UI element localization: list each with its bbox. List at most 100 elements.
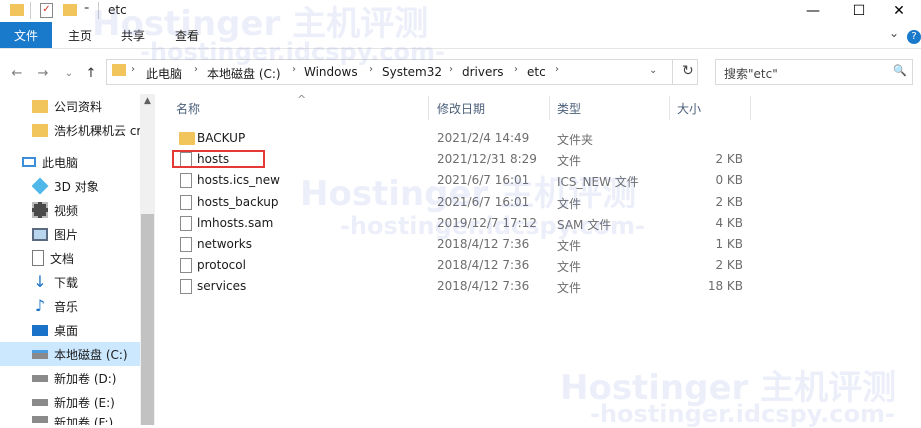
address-history-icon[interactable]: ⌄	[649, 65, 657, 76]
nav-item-label: 音乐	[54, 299, 79, 314]
nav-item-label: 新加卷 (D:)	[54, 371, 117, 386]
file-name: hosts_backup	[197, 195, 279, 209]
ribbon-expand-icon[interactable]: ⌄	[889, 26, 899, 40]
nav-item-drive-d[interactable]: 新加卷 (D:)	[32, 366, 172, 390]
drive-icon	[32, 416, 48, 423]
file-size: 2 KB	[715, 152, 743, 166]
properties-icon[interactable]: ✓	[40, 3, 53, 18]
back-icon[interactable]: ←	[6, 62, 28, 84]
column-header-type[interactable]: 类型	[557, 100, 581, 117]
folder-icon	[179, 132, 195, 145]
file-row[interactable]: hosts.ics_new 2021/6/7 16:01 ICS_NEW 文件 0 K…	[170, 170, 750, 190]
nav-item-drive-e[interactable]: 新加卷 (E:)	[32, 390, 172, 414]
divider	[98, 2, 99, 19]
window-title: etc	[108, 3, 127, 17]
column-header-size[interactable]: 大小	[677, 100, 701, 117]
breadcrumb-separator-icon[interactable]: ›	[555, 64, 559, 75]
breadcrumb-item[interactable]: 此电脑	[146, 65, 182, 82]
up-icon[interactable]: ↑	[80, 62, 102, 84]
file-row[interactable]: services 2018/4/12 7:36 文件 18 KB	[170, 276, 750, 296]
help-icon[interactable]: ?	[907, 30, 921, 44]
drive-icon	[32, 398, 48, 406]
recent-locations-icon[interactable]: ⌄	[58, 62, 80, 84]
nav-item-music[interactable]: ♪ 音乐	[32, 294, 172, 318]
nav-item-label: 此电脑	[42, 155, 79, 170]
breadcrumb-item[interactable]: 本地磁盘 (C:)	[207, 65, 281, 82]
tab-home[interactable]: 主页	[68, 22, 92, 48]
column-divider[interactable]	[750, 96, 751, 120]
tab-file[interactable]: 文件	[0, 22, 52, 48]
new-folder-icon[interactable]	[63, 4, 77, 16]
folder-icon	[32, 99, 48, 113]
nav-item-company-docs[interactable]: 公司资料	[32, 94, 172, 118]
file-date: 2021/12/31 8:29	[437, 152, 537, 166]
tab-view[interactable]: 查看	[175, 22, 199, 48]
nav-item-3d-objects[interactable]: 3D 对象	[32, 174, 172, 198]
breadcrumb-separator-icon[interactable]: ›	[514, 64, 518, 75]
nav-item-documents[interactable]: 文档	[32, 246, 172, 270]
breadcrumb-separator-icon[interactable]: ›	[449, 64, 453, 75]
search-icon[interactable]: 🔍	[893, 64, 907, 77]
nav-item-label: 文档	[50, 251, 75, 266]
close-button[interactable]: ✕	[876, 0, 921, 22]
breadcrumb-separator-icon[interactable]: ›	[369, 64, 373, 75]
nav-item-this-pc[interactable]: 此电脑	[22, 150, 162, 174]
file-icon	[180, 173, 192, 188]
file-type: 文件夹	[557, 133, 594, 147]
computer-icon	[22, 157, 36, 167]
minimize-button[interactable]: —	[790, 0, 836, 22]
nav-item-drive-f[interactable]: 新加卷 (F:)	[32, 414, 172, 425]
file-icon	[180, 279, 192, 294]
video-icon	[32, 202, 48, 218]
file-size: 18 KB	[707, 279, 743, 293]
nav-item-label: 本地磁盘 (C:)	[54, 347, 128, 362]
refresh-icon[interactable]: ↻	[682, 63, 694, 79]
breadcrumb-separator-icon[interactable]: ›	[131, 64, 135, 75]
nav-item-drive-c[interactable]: 本地磁盘 (C:)	[32, 342, 140, 366]
column-divider[interactable]	[549, 96, 550, 120]
file-name: BACKUP	[197, 131, 246, 145]
file-row[interactable]: BACKUP 2021/2/4 14:49 文件夹	[170, 128, 750, 148]
nav-item-folder[interactable]: 浩杉机稞机云 cr	[32, 118, 140, 142]
nav-item-pictures[interactable]: 图片	[32, 222, 172, 246]
nav-item-label: 图片	[54, 227, 79, 242]
nav-item-label: 下载	[54, 275, 79, 290]
tab-share[interactable]: 共享	[121, 22, 145, 48]
breadcrumb-item[interactable]: System32	[382, 65, 442, 79]
file-row[interactable]: hosts_backup 2021/6/7 16:01 文件 2 KB	[170, 192, 750, 212]
file-row[interactable]: lmhosts.sam 2019/12/7 17:12 SAM 文件 4 KB	[170, 213, 750, 233]
file-size: 2 KB	[715, 195, 743, 209]
file-date: 2021/6/7 16:01	[437, 173, 530, 187]
file-name: services	[197, 279, 247, 293]
forward-icon[interactable]: →	[32, 62, 54, 84]
drive-icon	[32, 349, 48, 359]
file-type: SAM 文件	[557, 218, 612, 232]
column-divider[interactable]	[669, 96, 670, 120]
column-header-name[interactable]: 名称	[176, 100, 200, 117]
file-size: 2 KB	[715, 258, 743, 272]
column-divider[interactable]	[428, 96, 429, 120]
nav-item-label: 视频	[54, 203, 79, 218]
download-icon: ↓	[33, 272, 47, 291]
nav-item-downloads[interactable]: ↓ 下载	[32, 270, 172, 294]
nav-item-videos[interactable]: 视频	[32, 198, 172, 222]
file-row[interactable]: protocol 2018/4/12 7:36 文件 2 KB	[170, 255, 750, 275]
breadcrumb-item[interactable]: Windows	[304, 65, 358, 79]
customize-qa-icon[interactable]: ₌	[84, 2, 89, 13]
file-row[interactable]: networks 2018/4/12 7:36 文件 1 KB	[170, 234, 750, 254]
breadcrumb-separator-icon[interactable]: ›	[292, 64, 296, 75]
desktop-icon	[32, 324, 48, 336]
column-header-date[interactable]: 修改日期	[437, 100, 485, 117]
folder-icon	[32, 123, 48, 137]
folder-icon	[112, 64, 126, 76]
file-type: 文件	[557, 260, 582, 274]
file-type: ICS_NEW 文件	[557, 175, 639, 189]
breadcrumb-separator-icon[interactable]: ›	[194, 64, 198, 75]
file-date: 2018/4/12 7:36	[437, 279, 530, 293]
music-icon: ♪	[34, 296, 46, 315]
divider	[672, 59, 673, 85]
breadcrumb-item[interactable]: drivers	[462, 65, 504, 79]
file-size: 0 KB	[715, 173, 743, 187]
nav-item-desktop[interactable]: 桌面	[32, 318, 172, 342]
breadcrumb-item[interactable]: etc	[527, 65, 546, 79]
